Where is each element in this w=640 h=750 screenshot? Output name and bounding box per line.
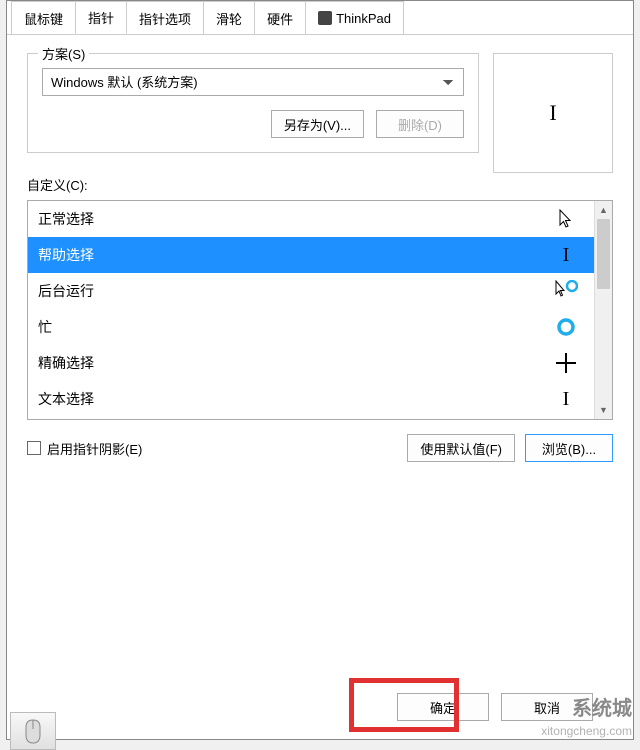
thinkpad-icon (318, 11, 332, 25)
scroll-down-arrow-icon[interactable]: ▼ (595, 401, 612, 419)
scroll-thumb[interactable] (597, 219, 610, 289)
tab-label: 鼠标键 (24, 9, 63, 28)
customize-label: 自定义(C): (27, 175, 613, 194)
cursor-listbox: 正常选择 帮助选择 I 后台运行 (27, 200, 613, 420)
enable-shadow-checkbox[interactable]: 启用指针阴影(E) (27, 439, 142, 458)
mouse-properties-window: 鼠标键 指针 指针选项 滑轮 硬件 ThinkPad 方案(S) Windows… (6, 0, 634, 740)
tab-wheel[interactable]: 滑轮 (203, 1, 255, 34)
tab-label: 滑轮 (216, 9, 242, 28)
scheme-select[interactable]: Windows 默认 (系统方案) (42, 68, 464, 96)
tab-label: 硬件 (267, 9, 293, 28)
tab-thinkpad[interactable]: ThinkPad (305, 1, 404, 34)
use-default-button[interactable]: 使用默认值(F) (407, 434, 515, 462)
scheme-fieldset: 方案(S) Windows 默认 (系统方案) 另存为(V)... 删除(D) (27, 53, 479, 153)
scroll-up-arrow-icon[interactable]: ▲ (595, 201, 612, 219)
arrow-busy-cursor-icon (554, 279, 578, 303)
item-label: 精确选择 (38, 353, 554, 373)
tab-pointer-options[interactable]: 指针选项 (126, 1, 204, 34)
scroll-track[interactable] (595, 219, 612, 401)
text-cursor-icon: I (554, 243, 578, 267)
tab-pointer[interactable]: 指针 (75, 1, 127, 34)
list-item-background[interactable]: 后台运行 (28, 273, 594, 309)
tab-mouse-keys[interactable]: 鼠标键 (11, 1, 76, 34)
ok-button[interactable]: 确定 (397, 693, 489, 721)
dialog-buttons: 确定 取消 (397, 693, 593, 721)
listbox-scrollbar[interactable]: ▲ ▼ (594, 201, 612, 419)
tab-bar: 鼠标键 指针 指针选项 滑轮 硬件 ThinkPad (7, 1, 633, 35)
arrow-cursor-icon (554, 207, 578, 231)
checkbox-box-icon (27, 441, 41, 455)
tab-label: 指针选项 (139, 9, 191, 28)
checkbox-label: 启用指针阴影(E) (47, 439, 142, 458)
item-label: 忙 (38, 317, 554, 337)
tab-content: 方案(S) Windows 默认 (系统方案) 另存为(V)... 删除(D) … (7, 35, 633, 480)
browse-button[interactable]: 浏览(B)... (525, 434, 613, 462)
scheme-label: 方案(S) (38, 44, 89, 63)
item-label: 帮助选择 (38, 245, 554, 265)
delete-button[interactable]: 删除(D) (376, 110, 464, 138)
mouse-icon (22, 717, 44, 745)
item-label: 后台运行 (38, 281, 554, 301)
tab-hardware[interactable]: 硬件 (254, 1, 306, 34)
tab-label: ThinkPad (336, 11, 391, 26)
ibeam-cursor-icon: I (554, 387, 578, 411)
item-label: 文本选择 (38, 389, 554, 409)
tab-label: 指针 (88, 8, 114, 27)
list-item-busy[interactable]: 忙 (28, 309, 594, 345)
item-label: 正常选择 (38, 209, 554, 229)
busy-cursor-icon (554, 315, 578, 339)
list-item-text-select[interactable]: 文本选择 I (28, 381, 594, 417)
cursor-preview: I (493, 53, 613, 173)
list-item-help-select[interactable]: 帮助选择 I (28, 237, 594, 273)
text-cursor-icon: I (549, 100, 556, 126)
cancel-button[interactable]: 取消 (501, 693, 593, 721)
save-as-button[interactable]: 另存为(V)... (271, 110, 364, 138)
list-item-normal-select[interactable]: 正常选择 (28, 201, 594, 237)
taskbar-mouse-icon[interactable] (10, 712, 56, 750)
crosshair-cursor-icon (554, 351, 578, 375)
list-item-precision[interactable]: 精确选择 (28, 345, 594, 381)
